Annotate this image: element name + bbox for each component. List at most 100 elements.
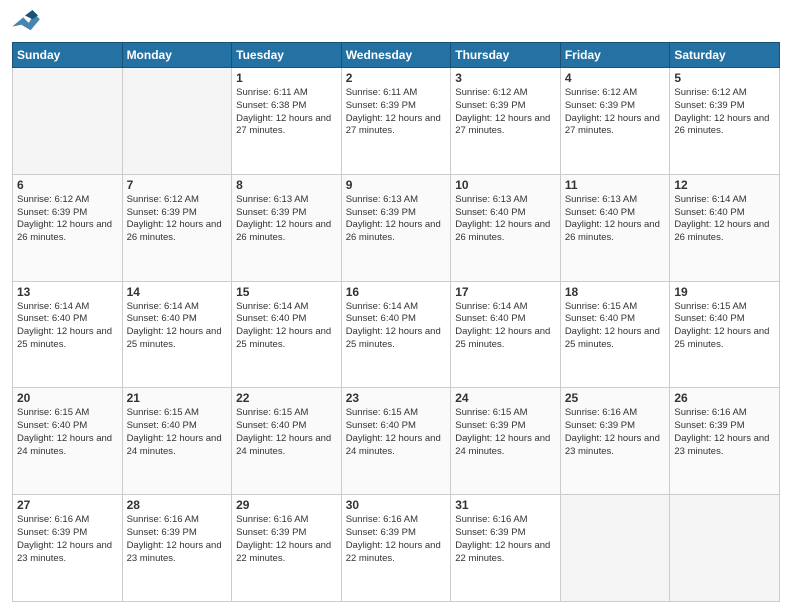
calendar-header-saturday: Saturday	[670, 43, 780, 68]
page-header	[12, 10, 780, 34]
day-info: Sunrise: 6:13 AM Sunset: 6:39 PM Dayligh…	[346, 194, 447, 245]
day-info: Sunrise: 6:15 AM Sunset: 6:40 PM Dayligh…	[127, 407, 228, 458]
calendar-header-wednesday: Wednesday	[341, 43, 451, 68]
calendar-cell: 25 Sunrise: 6:16 AM Sunset: 6:39 PM Dayli…	[560, 388, 670, 495]
day-info: Sunrise: 6:11 AM Sunset: 6:39 PM Dayligh…	[346, 87, 447, 138]
calendar-cell: 26Sunrise: 6:16 AM Sunset: 6:39 PM Dayli…	[670, 388, 780, 495]
day-number: 3	[455, 71, 556, 85]
calendar-cell: 6 Sunrise: 6:12 AM Sunset: 6:39 PM Daylig…	[13, 174, 123, 281]
calendar-cell: 5 Sunrise: 6:12 AM Sunset: 6:39 PM Daylig…	[670, 68, 780, 175]
day-number: 24	[455, 391, 556, 405]
calendar-cell: 29 Sunrise: 6:16 AM Sunset: 6:39 PM Dayli…	[232, 495, 342, 602]
day-info: Sunrise: 6:16 AM Sunset: 6:39 PM Dayligh…	[565, 407, 666, 458]
calendar-cell: 22Sunrise: 6:15 AM Sunset: 6:40 PM Dayli…	[232, 388, 342, 495]
day-info: Sunrise: 6:16 AM Sunset: 6:39 PM Dayligh…	[236, 514, 337, 565]
calendar-cell: 16 Sunrise: 6:14 AM Sunset: 6:40 PM Dayli…	[341, 281, 451, 388]
day-number: 23	[346, 391, 447, 405]
calendar-cell: 4 Sunrise: 6:12 AM Sunset: 6:39 PM Daylig…	[560, 68, 670, 175]
calendar-cell: 14 Sunrise: 6:14 AM Sunset: 6:40 PM Dayli…	[122, 281, 232, 388]
calendar-cell: 12 Sunrise: 6:14 AM Sunset: 6:40 PM Dayli…	[670, 174, 780, 281]
day-info: Sunrise: 6:15 AM Sunset: 6:40 PM Dayligh…	[346, 407, 447, 458]
day-info: Sunrise: 6:14 AM Sunset: 6:40 PM Dayligh…	[17, 301, 118, 352]
day-number: 9	[346, 178, 447, 192]
calendar-cell: 23 Sunrise: 6:15 AM Sunset: 6:40 PM Dayli…	[341, 388, 451, 495]
calendar-cell: 28 Sunrise: 6:16 AM Sunset: 6:39 PM Dayli…	[122, 495, 232, 602]
day-number: 13	[17, 285, 118, 299]
calendar-cell: 24Sunrise: 6:15 AM Sunset: 6:39 PM Dayli…	[451, 388, 561, 495]
calendar-header-friday: Friday	[560, 43, 670, 68]
calendar-cell	[560, 495, 670, 602]
calendar-cell: 11 Sunrise: 6:13 AM Sunset: 6:40 PM Dayli…	[560, 174, 670, 281]
day-info: Sunrise: 6:14 AM Sunset: 6:40 PM Dayligh…	[674, 194, 775, 245]
calendar-table: SundayMondayTuesdayWednesdayThursdayFrid…	[12, 42, 780, 602]
day-info: Sunrise: 6:15 AM Sunset: 6:40 PM Dayligh…	[674, 301, 775, 352]
calendar-cell: 7 Sunrise: 6:12 AM Sunset: 6:39 PM Daylig…	[122, 174, 232, 281]
day-number: 5	[674, 71, 775, 85]
day-info: Sunrise: 6:14 AM Sunset: 6:40 PM Dayligh…	[455, 301, 556, 352]
calendar-cell: 19 Sunrise: 6:15 AM Sunset: 6:40 PM Dayli…	[670, 281, 780, 388]
calendar-week-5: 27 Sunrise: 6:16 AM Sunset: 6:39 PM Dayli…	[13, 495, 780, 602]
calendar-header-row: SundayMondayTuesdayWednesdayThursdayFrid…	[13, 43, 780, 68]
calendar-cell: 27Sunrise: 6:16 AM Sunset: 6:39 PM Dayli…	[13, 495, 123, 602]
day-number: 20	[17, 391, 118, 405]
calendar-cell: 1 Sunrise: 6:11 AM Sunset: 6:38 PM Daylig…	[232, 68, 342, 175]
logo-icon	[12, 10, 40, 34]
day-info: Sunrise: 6:15 AM Sunset: 6:40 PM Dayligh…	[17, 407, 118, 458]
calendar-cell	[13, 68, 123, 175]
day-number: 14	[127, 285, 228, 299]
day-number: 27	[17, 498, 118, 512]
day-number: 11	[565, 178, 666, 192]
day-info: Sunrise: 6:14 AM Sunset: 6:40 PM Dayligh…	[346, 301, 447, 352]
calendar-cell: 2 Sunrise: 6:11 AM Sunset: 6:39 PM Daylig…	[341, 68, 451, 175]
day-info: Sunrise: 6:11 AM Sunset: 6:38 PM Dayligh…	[236, 87, 337, 138]
calendar-cell	[670, 495, 780, 602]
day-number: 2	[346, 71, 447, 85]
day-info: Sunrise: 6:14 AM Sunset: 6:40 PM Dayligh…	[127, 301, 228, 352]
day-number: 25	[565, 391, 666, 405]
calendar-header-sunday: Sunday	[13, 43, 123, 68]
calendar-cell: 10Sunrise: 6:13 AM Sunset: 6:40 PM Dayli…	[451, 174, 561, 281]
day-info: Sunrise: 6:12 AM Sunset: 6:39 PM Dayligh…	[127, 194, 228, 245]
day-info: Sunrise: 6:13 AM Sunset: 6:40 PM Dayligh…	[565, 194, 666, 245]
day-info: Sunrise: 6:16 AM Sunset: 6:39 PM Dayligh…	[127, 514, 228, 565]
day-info: Sunrise: 6:13 AM Sunset: 6:40 PM Dayligh…	[455, 194, 556, 245]
day-number: 19	[674, 285, 775, 299]
calendar-cell: 18Sunrise: 6:15 AM Sunset: 6:40 PM Dayli…	[560, 281, 670, 388]
calendar-week-1: 1 Sunrise: 6:11 AM Sunset: 6:38 PM Daylig…	[13, 68, 780, 175]
day-number: 8	[236, 178, 337, 192]
day-info: Sunrise: 6:16 AM Sunset: 6:39 PM Dayligh…	[674, 407, 775, 458]
calendar-cell: 9 Sunrise: 6:13 AM Sunset: 6:39 PM Daylig…	[341, 174, 451, 281]
day-number: 21	[127, 391, 228, 405]
day-number: 28	[127, 498, 228, 512]
day-number: 29	[236, 498, 337, 512]
day-info: Sunrise: 6:16 AM Sunset: 6:39 PM Dayligh…	[346, 514, 447, 565]
calendar-cell: 20 Sunrise: 6:15 AM Sunset: 6:40 PM Dayli…	[13, 388, 123, 495]
calendar-header-monday: Monday	[122, 43, 232, 68]
day-info: Sunrise: 6:15 AM Sunset: 6:40 PM Dayligh…	[236, 407, 337, 458]
day-number: 1	[236, 71, 337, 85]
calendar-cell: 31 Sunrise: 6:16 AM Sunset: 6:39 PM Dayli…	[451, 495, 561, 602]
day-info: Sunrise: 6:12 AM Sunset: 6:39 PM Dayligh…	[17, 194, 118, 245]
day-number: 6	[17, 178, 118, 192]
day-number: 18	[565, 285, 666, 299]
day-number: 12	[674, 178, 775, 192]
day-number: 15	[236, 285, 337, 299]
day-number: 4	[565, 71, 666, 85]
calendar-week-3: 13 Sunrise: 6:14 AM Sunset: 6:40 PM Dayli…	[13, 281, 780, 388]
day-number: 31	[455, 498, 556, 512]
day-info: Sunrise: 6:12 AM Sunset: 6:39 PM Dayligh…	[674, 87, 775, 138]
calendar-week-4: 20 Sunrise: 6:15 AM Sunset: 6:40 PM Dayli…	[13, 388, 780, 495]
day-info: Sunrise: 6:14 AM Sunset: 6:40 PM Dayligh…	[236, 301, 337, 352]
calendar-cell: 30Sunrise: 6:16 AM Sunset: 6:39 PM Dayli…	[341, 495, 451, 602]
day-number: 17	[455, 285, 556, 299]
calendar-cell	[122, 68, 232, 175]
day-info: Sunrise: 6:12 AM Sunset: 6:39 PM Dayligh…	[455, 87, 556, 138]
day-number: 16	[346, 285, 447, 299]
calendar-week-2: 6 Sunrise: 6:12 AM Sunset: 6:39 PM Daylig…	[13, 174, 780, 281]
day-info: Sunrise: 6:16 AM Sunset: 6:39 PM Dayligh…	[455, 514, 556, 565]
day-number: 7	[127, 178, 228, 192]
day-info: Sunrise: 6:12 AM Sunset: 6:39 PM Dayligh…	[565, 87, 666, 138]
calendar-cell: 21 Sunrise: 6:15 AM Sunset: 6:40 PM Dayli…	[122, 388, 232, 495]
calendar-cell: 8Sunrise: 6:13 AM Sunset: 6:39 PM Daylig…	[232, 174, 342, 281]
calendar-cell: 15 Sunrise: 6:14 AM Sunset: 6:40 PM Dayli…	[232, 281, 342, 388]
